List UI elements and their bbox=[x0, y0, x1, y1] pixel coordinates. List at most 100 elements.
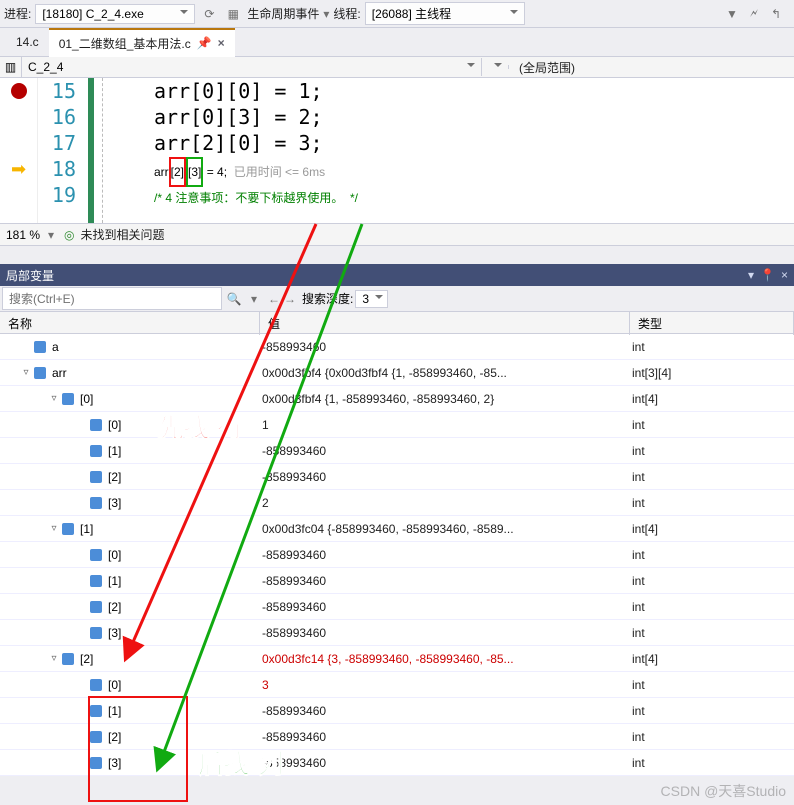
perf-hint: 已用时间 <= 6ms bbox=[227, 165, 325, 179]
variable-type: int[4] bbox=[630, 522, 794, 536]
depth-combo[interactable]: 3 bbox=[355, 290, 388, 308]
variable-type: int bbox=[630, 730, 794, 744]
variable-value: 1 bbox=[260, 418, 630, 432]
variable-row[interactable]: a-858993460int bbox=[0, 334, 794, 360]
variable-icon bbox=[90, 445, 102, 457]
process-label: 进程: bbox=[4, 5, 31, 22]
variable-row[interactable]: ▿[1]0x00d3fc04 {-858993460, -858993460, … bbox=[0, 516, 794, 542]
variable-icon bbox=[90, 679, 102, 691]
col-name[interactable]: 名称 bbox=[0, 312, 260, 335]
indent-guide bbox=[102, 78, 110, 223]
variable-name: [2] bbox=[76, 652, 93, 666]
variable-type: int bbox=[630, 756, 794, 770]
variable-row[interactable]: ▿[2]0x00d3fc14 {3, -858993460, -85899346… bbox=[0, 646, 794, 672]
project-icon[interactable]: ▥ bbox=[0, 57, 22, 77]
variable-type: int bbox=[630, 626, 794, 640]
line-numbers: 15 16 17 18 19 bbox=[38, 78, 84, 223]
variable-row[interactable]: [1]-858993460int bbox=[0, 568, 794, 594]
variable-type: int bbox=[630, 548, 794, 562]
code-editor[interactable]: ➡ 15 16 17 18 19 arr[0][0] = 1; arr[0][3… bbox=[0, 78, 794, 224]
variable-icon bbox=[34, 367, 46, 379]
document-tabs: 14.c 01_二维数组_基本用法.c 📌 × bbox=[0, 28, 794, 56]
tab-active[interactable]: 01_二维数组_基本用法.c 📌 × bbox=[49, 28, 235, 57]
expander-icon[interactable]: ▿ bbox=[48, 523, 60, 534]
code-line: arr[2][0] = 3; bbox=[114, 130, 794, 156]
status-ok-icon: ◎ bbox=[58, 228, 80, 242]
col-value[interactable]: 值 bbox=[260, 312, 630, 335]
variable-name: [0] bbox=[104, 418, 121, 432]
locals-search-bar: 搜索(Ctrl+E) 🔍 ▾ ← → 搜索深度: 3 bbox=[0, 286, 794, 312]
locals-panel-header[interactable]: 局部变量 ▾ 📍 × bbox=[0, 264, 794, 286]
variable-name: [1] bbox=[104, 444, 121, 458]
variable-row[interactable]: [2]-858993460int bbox=[0, 594, 794, 620]
zoom-dropdown-icon[interactable]: ▾ bbox=[44, 228, 58, 242]
variable-icon bbox=[62, 393, 74, 405]
variable-type: int bbox=[630, 600, 794, 614]
variable-row[interactable]: [3]-858993460int bbox=[0, 620, 794, 646]
prev-icon[interactable]: ← bbox=[268, 292, 280, 306]
code-text[interactable]: arr[0][0] = 1; arr[0][3] = 2; arr[2][0] … bbox=[114, 78, 794, 223]
stack-nav-icon[interactable]: ↰ bbox=[766, 4, 786, 24]
variable-icon bbox=[34, 341, 46, 353]
variable-type: int[4] bbox=[630, 392, 794, 406]
variable-row[interactable]: [0]3int bbox=[0, 672, 794, 698]
variable-value: -858993460 bbox=[260, 340, 630, 354]
variable-value: -858993460 bbox=[260, 574, 630, 588]
variable-type: int bbox=[630, 704, 794, 718]
clear-icon[interactable]: ▾ bbox=[244, 292, 264, 306]
variable-type: int bbox=[630, 496, 794, 510]
variable-icon bbox=[62, 523, 74, 535]
variable-name: arr bbox=[48, 366, 67, 380]
search-icon[interactable]: 🔍 bbox=[224, 292, 244, 306]
variable-row[interactable]: ▿arr0x00d3fbf4 {0x00d3fbf4 {1, -85899346… bbox=[0, 360, 794, 386]
scope-global[interactable]: (全局范围) bbox=[509, 57, 585, 78]
cycle-icon[interactable]: ⟳ bbox=[199, 4, 219, 24]
expander-icon[interactable]: ▿ bbox=[48, 393, 60, 404]
variable-icon bbox=[90, 601, 102, 613]
window-options-icon[interactable]: ▾ bbox=[748, 268, 754, 282]
close-icon[interactable]: × bbox=[218, 36, 225, 50]
status-message: 未找到相关问题 bbox=[81, 226, 165, 243]
variable-type: int bbox=[630, 444, 794, 458]
variable-row[interactable]: [2]-858993460int bbox=[0, 464, 794, 490]
scope-combo-module[interactable]: C_2_4 bbox=[22, 58, 482, 76]
watermark: CSDN @天喜Studio bbox=[661, 781, 786, 801]
locals-columns-header[interactable]: 名称 值 类型 bbox=[0, 312, 794, 334]
code-nav-bar: ▥ C_2_4 (全局范围) bbox=[0, 56, 794, 78]
expander-icon[interactable]: ▿ bbox=[20, 367, 32, 378]
variable-name: a bbox=[48, 340, 59, 354]
search-input[interactable]: 搜索(Ctrl+E) bbox=[2, 287, 222, 310]
variable-row[interactable]: [0]1int bbox=[0, 412, 794, 438]
annotation-find-col: 后找 列 bbox=[198, 744, 283, 781]
process-combo[interactable]: [18180] C_2_4.exe bbox=[35, 4, 195, 24]
expander-icon[interactable]: ▿ bbox=[48, 653, 60, 664]
col-type[interactable]: 类型 bbox=[630, 312, 794, 335]
variable-value: -858993460 bbox=[260, 704, 630, 718]
variable-icon bbox=[62, 653, 74, 665]
next-icon[interactable]: → bbox=[284, 292, 296, 306]
breakpoint-gutter[interactable]: ➡ bbox=[0, 78, 38, 223]
variable-row[interactable]: [0]-858993460int bbox=[0, 542, 794, 568]
stack-frame-icon[interactable]: 🗲 bbox=[744, 4, 764, 24]
close-panel-icon[interactable]: × bbox=[781, 268, 788, 282]
code-line: /* 4 注意事项：不要下标越界使用。 */ bbox=[114, 182, 794, 208]
variable-row[interactable]: [3]2int bbox=[0, 490, 794, 516]
variable-value: 2 bbox=[260, 496, 630, 510]
lifecycle-icon[interactable]: ▦ bbox=[223, 4, 243, 24]
tab-inactive[interactable]: 14.c bbox=[6, 30, 49, 54]
variable-icon bbox=[90, 419, 102, 431]
thread-combo[interactable]: [26088] 主线程 bbox=[365, 2, 525, 25]
thread-label: 线程: bbox=[333, 5, 360, 22]
breakpoint-icon[interactable] bbox=[11, 83, 27, 99]
variable-row[interactable]: [1]-858993460int bbox=[0, 438, 794, 464]
variable-name: [2] bbox=[104, 470, 121, 484]
zoom-level[interactable]: 181 % bbox=[0, 228, 44, 242]
variable-name: [1] bbox=[76, 522, 93, 536]
pin-icon[interactable]: 📌 bbox=[197, 36, 212, 50]
filter-icon[interactable]: ▼ bbox=[722, 4, 742, 24]
scope-combo-mid[interactable] bbox=[482, 65, 509, 69]
variable-value: 0x00d3fbf4 {1, -858993460, -858993460, 2… bbox=[260, 392, 630, 406]
variable-row[interactable]: ▿[0]0x00d3fbf4 {1, -858993460, -85899346… bbox=[0, 386, 794, 412]
variable-value: -858993460 bbox=[260, 626, 630, 640]
pin-panel-icon[interactable]: 📍 bbox=[760, 268, 775, 282]
